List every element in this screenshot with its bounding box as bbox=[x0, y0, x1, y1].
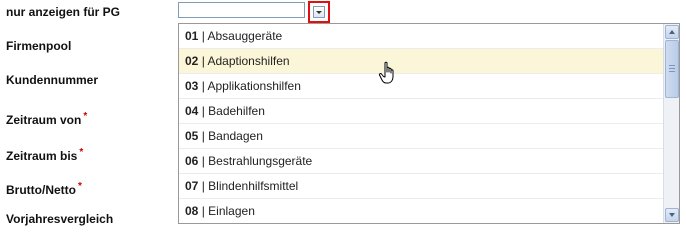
label-vorjahresvergleich: Vorjahresvergleich bbox=[6, 212, 114, 226]
label-brutto-netto: Brutto/Netto * bbox=[6, 181, 82, 197]
chevron-down-icon bbox=[316, 11, 322, 14]
scroll-up-button[interactable] bbox=[665, 25, 679, 39]
required-marker: * bbox=[77, 181, 82, 192]
scrollbar-thumb[interactable] bbox=[665, 40, 679, 98]
dropdown-option[interactable]: 06 | Bestrahlungsgeräte bbox=[179, 149, 663, 174]
arrow-up-icon bbox=[669, 30, 675, 34]
dropdown-button[interactable] bbox=[313, 6, 325, 18]
arrow-down-icon bbox=[669, 213, 675, 217]
option-separator: | bbox=[198, 179, 209, 193]
dropdown-option-hovered[interactable]: 02 | Adaptionshilfen bbox=[179, 49, 663, 74]
dropdown-scrollbar[interactable] bbox=[663, 24, 679, 223]
option-separator: | bbox=[198, 104, 209, 118]
pg-combo-trigger-button[interactable] bbox=[308, 1, 330, 23]
hand-pointer-icon bbox=[378, 61, 394, 84]
grip-line bbox=[669, 65, 675, 66]
dropdown-option[interactable]: 08 | Einlagen bbox=[179, 199, 663, 223]
label-pg-filter: nur anzeigen für PG bbox=[6, 5, 121, 19]
label-firmenpool: Firmenpool bbox=[6, 39, 72, 53]
option-separator: | bbox=[198, 129, 209, 143]
dropdown-option[interactable]: 07 | Blindenhilfsmittel bbox=[179, 174, 663, 199]
required-marker: * bbox=[83, 111, 88, 122]
pg-combo-input[interactable] bbox=[178, 2, 305, 18]
dropdown-option[interactable]: 05 | Bandagen bbox=[179, 124, 663, 149]
dropdown-options: 01 | Absauggeräte 02 | Adaptionshilfen 0… bbox=[179, 24, 663, 223]
dropdown-option[interactable]: 01 | Absauggeräte bbox=[179, 24, 663, 49]
grip-line bbox=[669, 71, 675, 72]
option-separator: | bbox=[198, 154, 209, 168]
option-separator: | bbox=[198, 204, 209, 218]
label-zeitraum-bis: Zeitraum bis * bbox=[6, 147, 84, 163]
dropdown-option[interactable]: 03 | Applikationshilfen bbox=[179, 74, 663, 99]
scroll-down-button[interactable] bbox=[665, 208, 679, 222]
required-marker: * bbox=[79, 147, 84, 158]
grip-line bbox=[669, 68, 675, 69]
label-zeitraum-von: Zeitraum von * bbox=[6, 111, 88, 127]
dropdown-option[interactable]: 04 | Badehilfen bbox=[179, 99, 663, 124]
pg-dropdown-list[interactable]: 01 | Absauggeräte 02 | Adaptionshilfen 0… bbox=[178, 23, 680, 224]
label-kundennummer: Kundennummer bbox=[6, 73, 99, 87]
